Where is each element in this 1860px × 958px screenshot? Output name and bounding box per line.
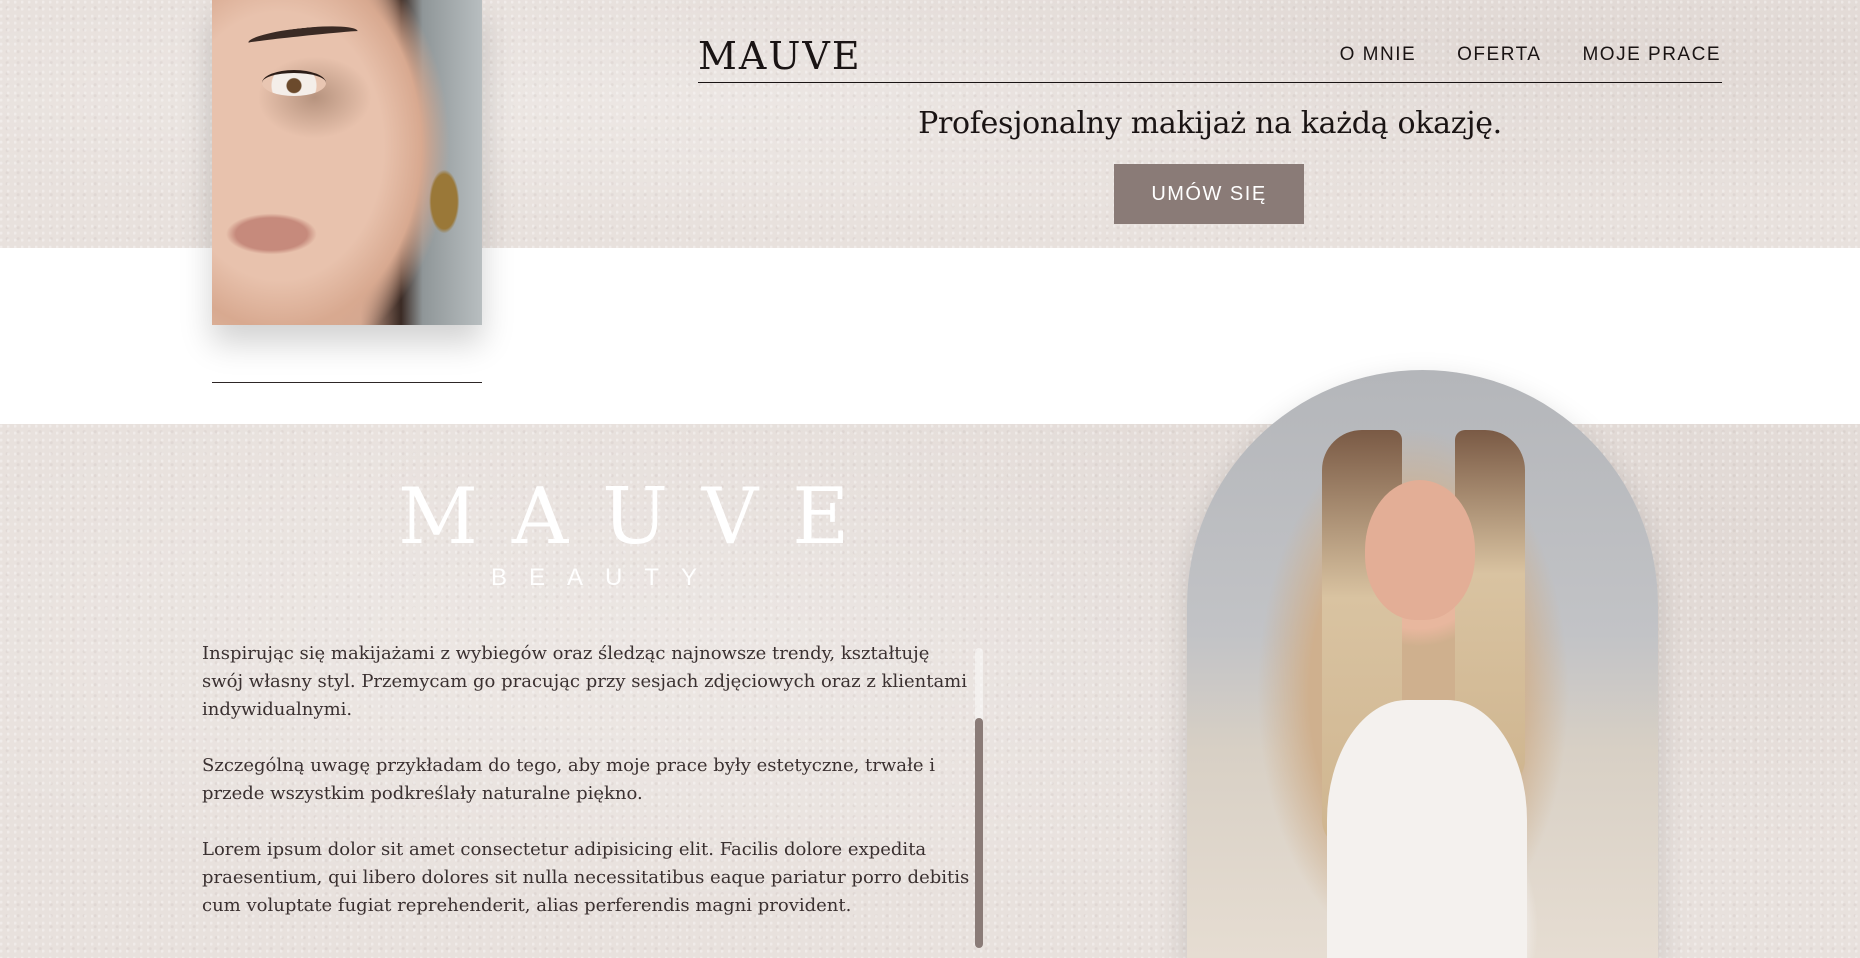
scrollbar-thumb[interactable] [975,718,983,948]
portrait-divider [212,382,482,383]
about-text-scroll-area[interactable]: Inspirując się makijażami z wybiegów ora… [202,640,972,948]
nav-link-moje-prace[interactable]: MOJE PRACE [1582,44,1721,66]
main-nav: O MNIE OFERTA MOJE PRACE [1340,44,1721,66]
portrait-brow [247,22,359,52]
about-paragraph: Inspirując się makijażami z wybiegów ora… [202,643,967,720]
portrait-face [1365,480,1475,620]
book-appointment-button[interactable]: UMÓW SIĘ [1114,164,1304,224]
about-portrait-image [1187,370,1658,958]
nav-link-oferta[interactable]: OFERTA [1457,44,1541,66]
about-paragraph: Lorem ipsum dolor sit amet consectetur a… [202,839,970,916]
hero-portrait-image [212,0,482,325]
nav-link-o-mnie[interactable]: O MNIE [1340,44,1417,66]
hero-tagline: Profesjonalny makijaż na każdą okazję. [918,106,1502,141]
nav-divider [698,82,1722,83]
portrait-eye [262,70,326,96]
about-paragraph: Szczególną uwagę przykładam do tego, aby… [202,755,935,804]
portrait-dress [1327,700,1527,958]
brand-logo-large: MAUVE [398,472,884,562]
site-logo[interactable]: MAUVE [698,34,862,78]
brand-logo-subtitle: BEAUTY [490,564,720,591]
